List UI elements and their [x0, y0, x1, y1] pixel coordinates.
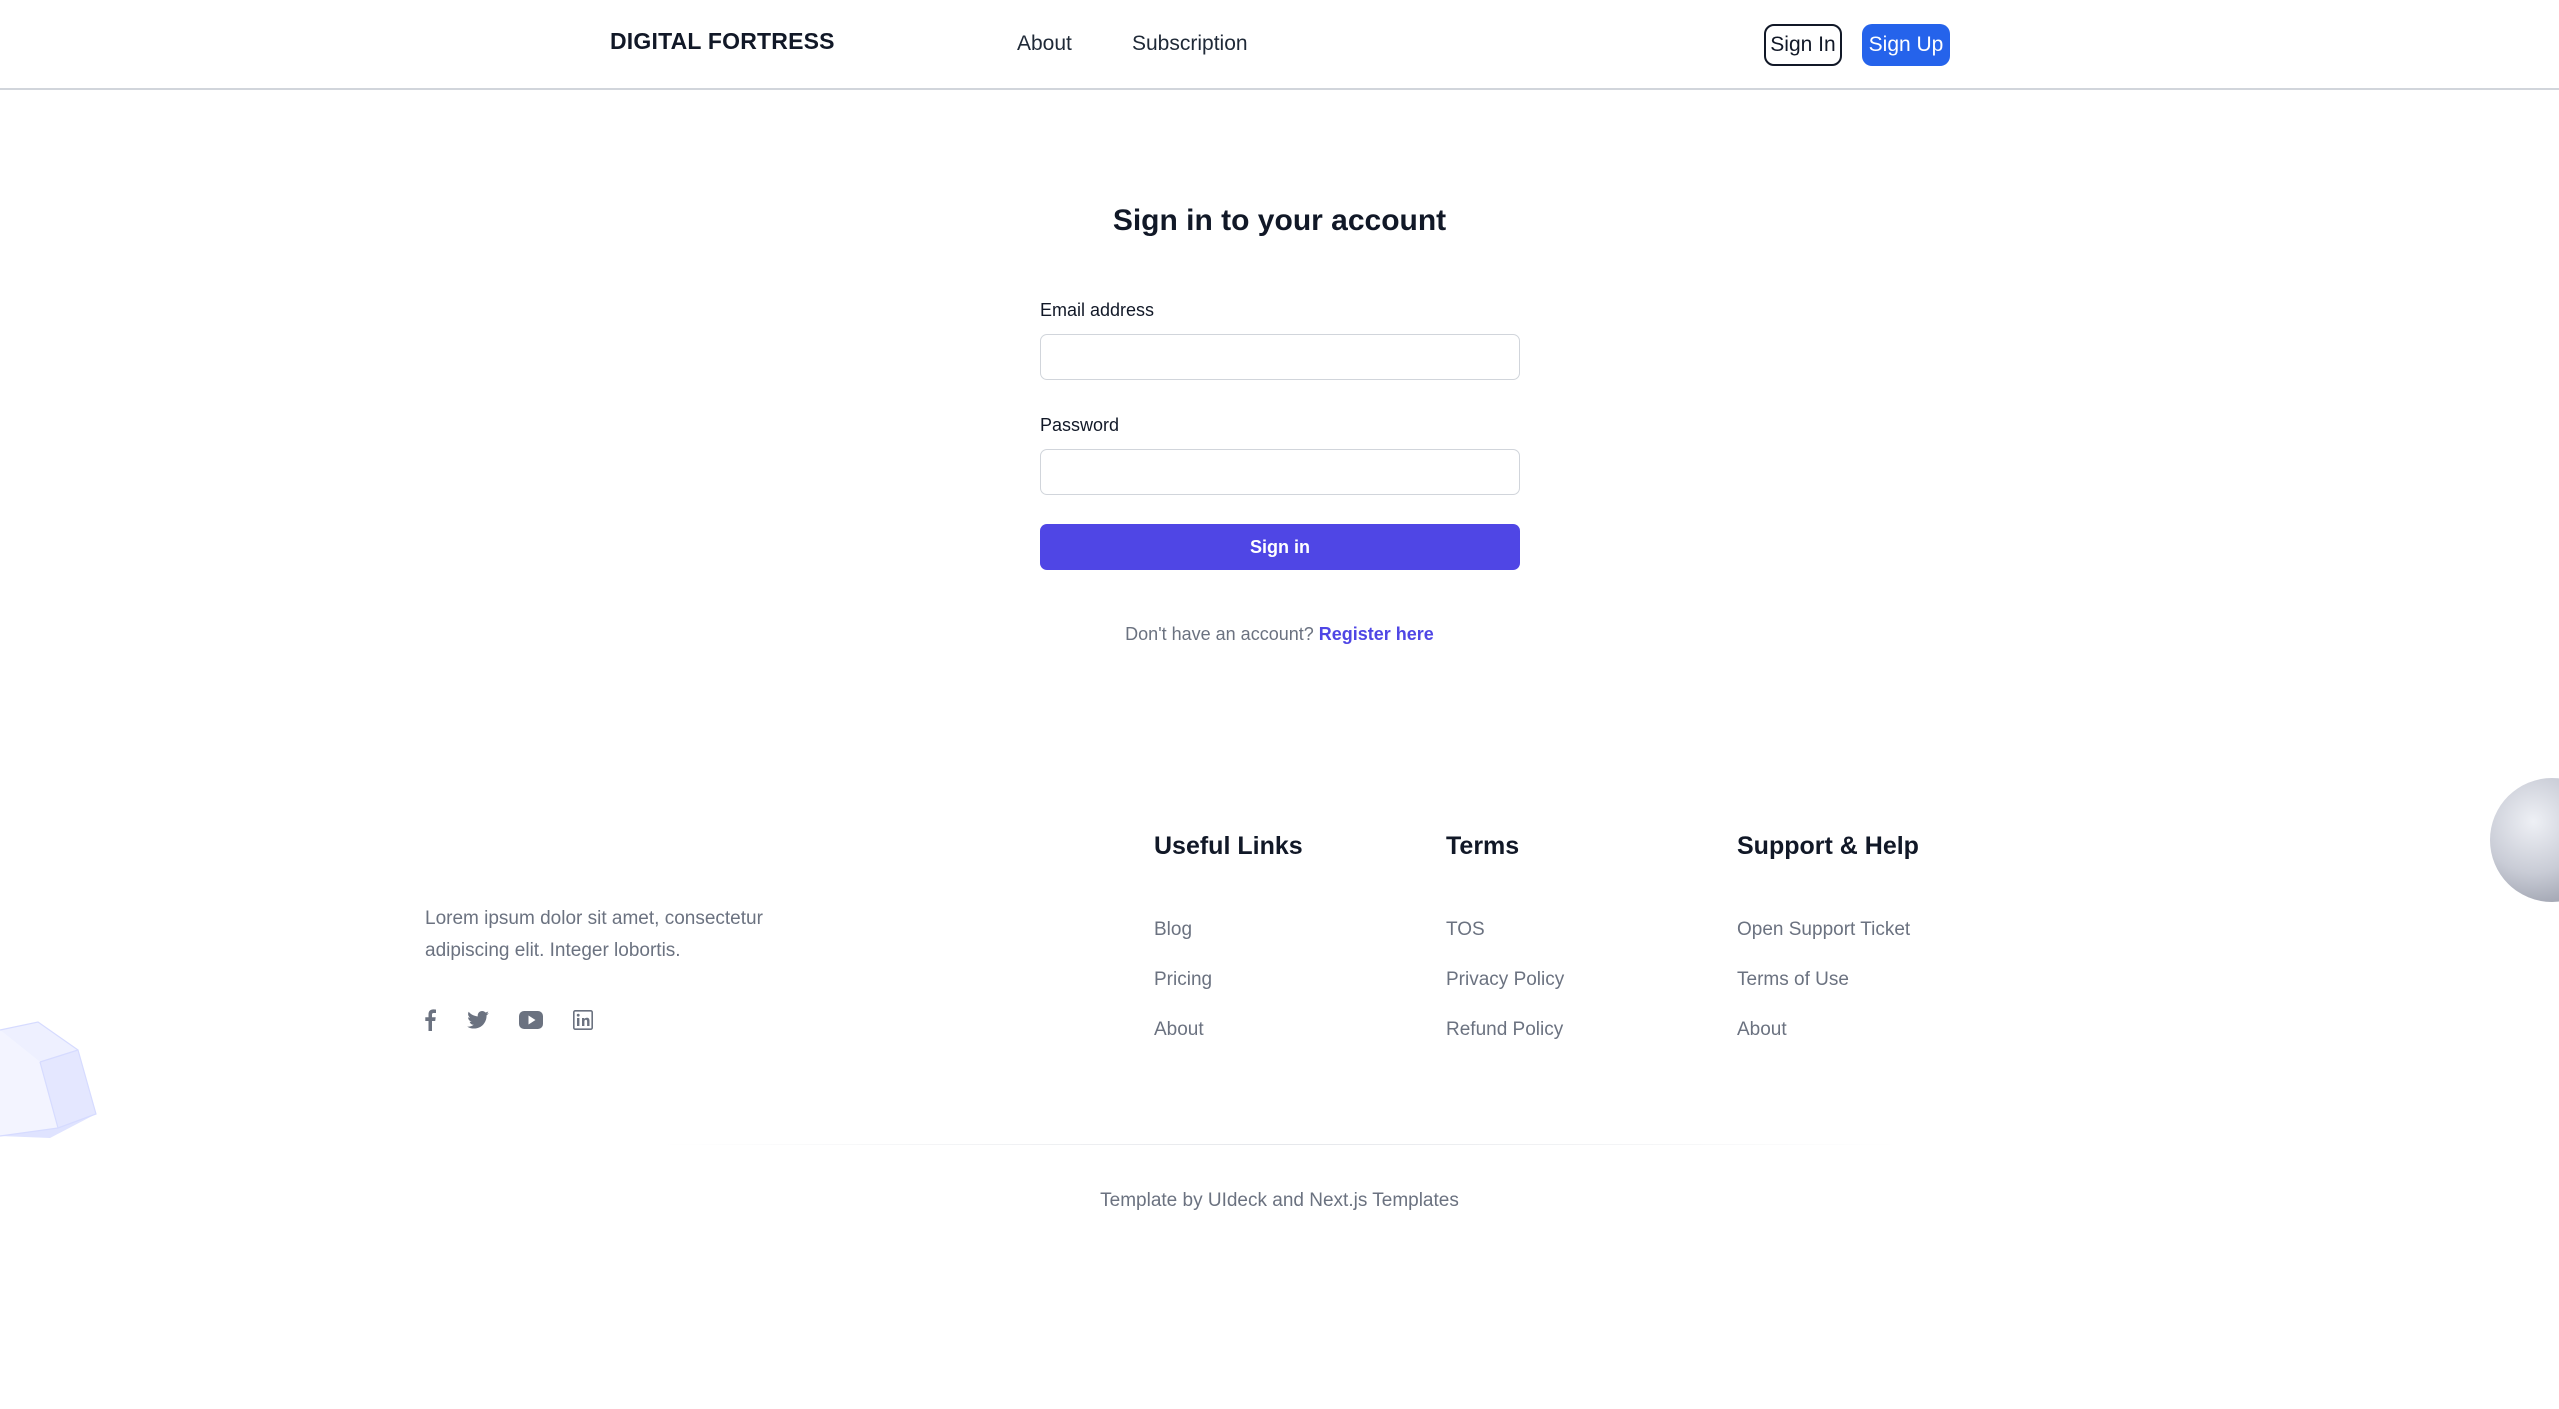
linkedin-icon[interactable] — [569, 1006, 597, 1034]
footer-divider — [660, 1144, 1900, 1145]
nav-link-about[interactable]: About — [1017, 32, 1072, 56]
email-field[interactable] — [1040, 334, 1520, 380]
footer-link-support-about[interactable]: About — [1737, 1019, 1787, 1041]
header-sign-in-button[interactable]: Sign In — [1764, 24, 1842, 66]
decorative-cube — [0, 1021, 97, 1138]
page-title: Sign in to your account — [1112, 204, 1447, 237]
footer-link-refund-policy[interactable]: Refund Policy — [1446, 1019, 1563, 1041]
footer-link-blog[interactable]: Blog — [1154, 919, 1192, 941]
footer-heading-useful-links: Useful Links — [1154, 832, 1303, 860]
footer-link-open-support-ticket[interactable]: Open Support Ticket — [1737, 919, 1910, 941]
footer-link-pricing[interactable]: Pricing — [1154, 969, 1212, 991]
site-logo[interactable]: DIGITAL FORTRESS — [610, 28, 835, 55]
password-field[interactable] — [1040, 449, 1520, 495]
footer-link-about[interactable]: About — [1154, 1019, 1204, 1041]
header-sign-up-button[interactable]: Sign Up — [1862, 24, 1950, 66]
footer-heading-support-help: Support & Help — [1737, 832, 1919, 860]
footer-link-privacy-policy[interactable]: Privacy Policy — [1446, 969, 1564, 991]
decorative-sphere — [2490, 778, 2559, 902]
email-label: Email address — [1040, 300, 1155, 320]
twitter-icon[interactable] — [464, 1006, 492, 1034]
footer-credit: Template by UIdeck and Next.js Templates — [1100, 1190, 1459, 1211]
nav-link-subscription[interactable]: Subscription — [1132, 32, 1248, 56]
footer-link-tos[interactable]: TOS — [1446, 919, 1485, 941]
footer-description: Lorem ipsum dolor sit amet, consectetur … — [425, 908, 763, 961]
footer-link-terms-of-use[interactable]: Terms of Use — [1737, 969, 1849, 991]
register-prompt-text: Don't have an account? — [1125, 624, 1314, 644]
youtube-icon[interactable] — [517, 1006, 545, 1034]
top-navbar: DIGITAL FORTRESS About Subscription Sign… — [0, 0, 2559, 90]
register-prompt-line: Don't have an account? Register here — [0, 624, 2559, 645]
register-link[interactable]: Register here — [1319, 624, 1434, 644]
footer-heading-terms: Terms — [1446, 832, 1520, 860]
password-label: Password — [1040, 415, 1120, 435]
facebook-icon[interactable] — [416, 1006, 444, 1034]
sign-in-submit-button[interactable]: Sign in — [1040, 524, 1520, 570]
